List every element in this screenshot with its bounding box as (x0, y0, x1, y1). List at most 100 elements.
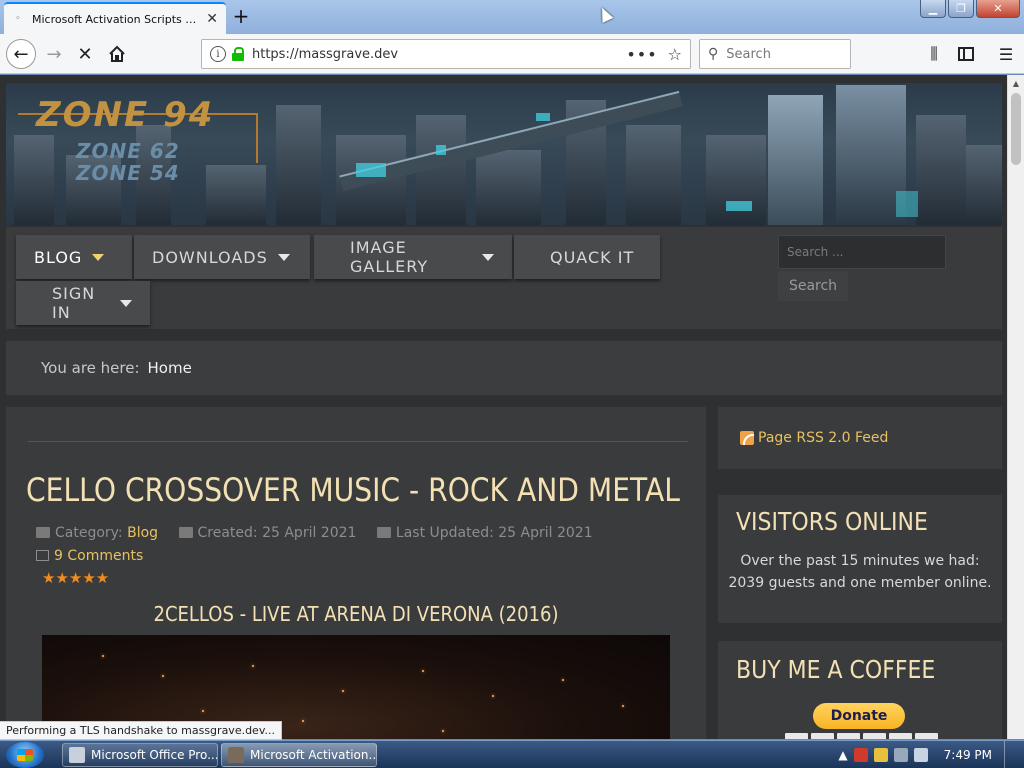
url-bar[interactable]: i https://massgrave.dev ••• ☆ (201, 39, 691, 69)
site-search-button[interactable]: Search (778, 271, 848, 301)
tab-favicon-icon: ◦ (15, 14, 21, 24)
taskbar-app-browser[interactable]: Microsoft Activation... (221, 743, 377, 767)
minimize-button[interactable]: ▁ (920, 0, 946, 18)
folder-icon (36, 527, 50, 538)
breadcrumb-prefix: You are here: (41, 359, 140, 377)
created-date: Created: 25 April 2021 (197, 525, 357, 541)
card-icon (811, 733, 834, 739)
rss-label: Page RSS 2.0 Feed (758, 430, 889, 446)
home-icon (109, 45, 125, 62)
volume-icon[interactable] (913, 747, 928, 762)
show-desktop-button[interactable] (1004, 741, 1016, 768)
updated-date: Last Updated: 25 April 2021 (395, 525, 593, 541)
sidebar-button[interactable] (952, 40, 980, 68)
menu-item-label: BLOG (34, 247, 83, 267)
taskbar-app-label: Microsoft Office Pro... (91, 748, 218, 762)
star-icon[interactable]: ☆ (668, 45, 682, 64)
navigation-toolbar: ← → ✕ i https://massgrave.dev ••• ☆ ⚲ Se… (0, 34, 1024, 74)
forward-button[interactable]: → (40, 40, 68, 68)
system-tray: ▲ 7:49 PM (838, 741, 1024, 768)
card-icon (915, 733, 938, 739)
menu-item-label: SIGN IN (52, 284, 96, 322)
tab-active[interactable]: ◦ Microsoft Activation Scripts (MA ✕ (4, 2, 226, 34)
scroll-up-icon[interactable]: ▲ (1008, 75, 1024, 91)
category-link[interactable]: Blog (127, 525, 158, 541)
menu-item-label: IMAGE GALLERY (350, 238, 429, 276)
shield-icon[interactable] (873, 747, 888, 762)
page-actions-icon[interactable]: ••• (626, 45, 657, 64)
category-label: Category: (55, 525, 123, 541)
menu-item-quack-it[interactable]: QUACK IT (514, 235, 660, 279)
browser-app-icon (228, 747, 244, 763)
vertical-scrollbar[interactable]: ▲ (1007, 75, 1024, 739)
divider (28, 441, 688, 442)
network-icon[interactable] (893, 747, 908, 762)
browser-search-placeholder: Search (726, 46, 771, 62)
taskbar-app-label: Microsoft Activation... (250, 748, 377, 762)
library-button[interactable]: ⫼ (920, 40, 948, 68)
tab-close-icon[interactable]: ✕ (206, 11, 218, 27)
taskbar-app-office[interactable]: Microsoft Office Pro... (62, 743, 218, 767)
clock[interactable]: 7:49 PM (944, 748, 992, 762)
library-icon: ⫼ (930, 44, 938, 63)
back-button[interactable]: ← (6, 39, 36, 69)
menu-item-sign-in[interactable]: SIGN IN (16, 281, 150, 325)
browser-search-box[interactable]: ⚲ Search (699, 39, 851, 69)
back-arrow-icon: ← (13, 43, 29, 65)
info-icon[interactable]: i (210, 46, 226, 62)
rss-feed-link[interactable]: Page RSS 2.0 Feed (718, 407, 1002, 469)
comments-link[interactable]: 9 Comments (36, 548, 143, 564)
url-text[interactable]: https://massgrave.dev (252, 47, 626, 62)
start-button[interactable] (6, 742, 44, 768)
logo-main[interactable]: ZONE 94 (36, 95, 214, 135)
card-icon (785, 733, 808, 739)
visitors-title: VISITORS ONLINE (736, 507, 928, 536)
office-app-icon (69, 747, 85, 763)
rss-icon (740, 431, 754, 445)
chevron-down-icon (482, 253, 494, 261)
title-bar: ◦ Microsoft Activation Scripts (MA ✕ + ▁… (0, 0, 1024, 34)
payment-cards (785, 733, 938, 739)
maximize-button[interactable]: ❐ (948, 0, 974, 18)
chevron-down-icon (277, 253, 290, 261)
chevron-down-icon (92, 253, 105, 261)
main-menu: BLOG DOWNLOADS IMAGE GALLERY QUACK IT SI… (6, 227, 1002, 329)
breadcrumb-home-link[interactable]: Home (148, 359, 192, 377)
video-title: 2CELLOS - LIVE AT ARENA DI VERONA (2016) (153, 602, 559, 626)
breadcrumb: You are here: Home (6, 341, 1002, 395)
scrollbar-thumb[interactable] (1011, 93, 1021, 165)
site-search-input[interactable]: Search ... (778, 235, 946, 269)
menu-item-blog[interactable]: BLOG (16, 235, 132, 279)
status-bar: Performing a TLS handshake to massgrave.… (0, 721, 282, 740)
donate-button[interactable]: Donate (813, 703, 905, 729)
taskbar: Microsoft Office Pro... Microsoft Activa… (0, 740, 1024, 768)
tray-expand-icon[interactable]: ▲ (838, 748, 847, 762)
card-icon (837, 733, 860, 739)
page-viewport: ZONE 94 ZONE 62 ZONE 54 BLOG DOWNLOADS I… (0, 75, 1007, 739)
coffee-title: BUY ME A COFFEE (736, 655, 936, 684)
window-controls: ▁ ❐ ✕ (920, 0, 1020, 18)
article: CELLO CROSSOVER MUSIC - ROCK AND METAL C… (6, 407, 706, 739)
comments-count: 9 Comments (54, 548, 144, 564)
chevron-down-icon (120, 299, 132, 307)
new-tab-button[interactable]: + (230, 4, 252, 28)
site-banner: ZONE 94 ZONE 62 ZONE 54 (6, 83, 1002, 225)
tray-app-icon[interactable] (853, 747, 868, 762)
calendar-icon (376, 527, 391, 538)
close-window-button[interactable]: ✕ (976, 0, 1020, 18)
forward-arrow-icon: → (46, 43, 62, 65)
menu-item-label: DOWNLOADS (152, 247, 268, 267)
rating-stars[interactable]: ★★★★★ (42, 569, 109, 587)
comment-icon (36, 550, 49, 561)
stop-icon: ✕ (77, 43, 93, 65)
menu-item-label: QUACK IT (550, 247, 635, 267)
stop-button[interactable]: ✕ (71, 40, 99, 68)
buy-me-coffee-module: BUY ME A COFFEE Donate (718, 641, 1002, 739)
menu-button[interactable]: ☰ (992, 40, 1020, 68)
article-title[interactable]: CELLO CROSSOVER MUSIC - ROCK AND METAL (26, 471, 680, 509)
logo-sub-2: ZONE 54 (76, 161, 180, 185)
menu-item-image-gallery[interactable]: IMAGE GALLERY (314, 235, 512, 279)
menu-item-downloads[interactable]: DOWNLOADS (134, 235, 310, 279)
home-button[interactable] (103, 40, 131, 68)
sidebar-icon (958, 47, 974, 61)
